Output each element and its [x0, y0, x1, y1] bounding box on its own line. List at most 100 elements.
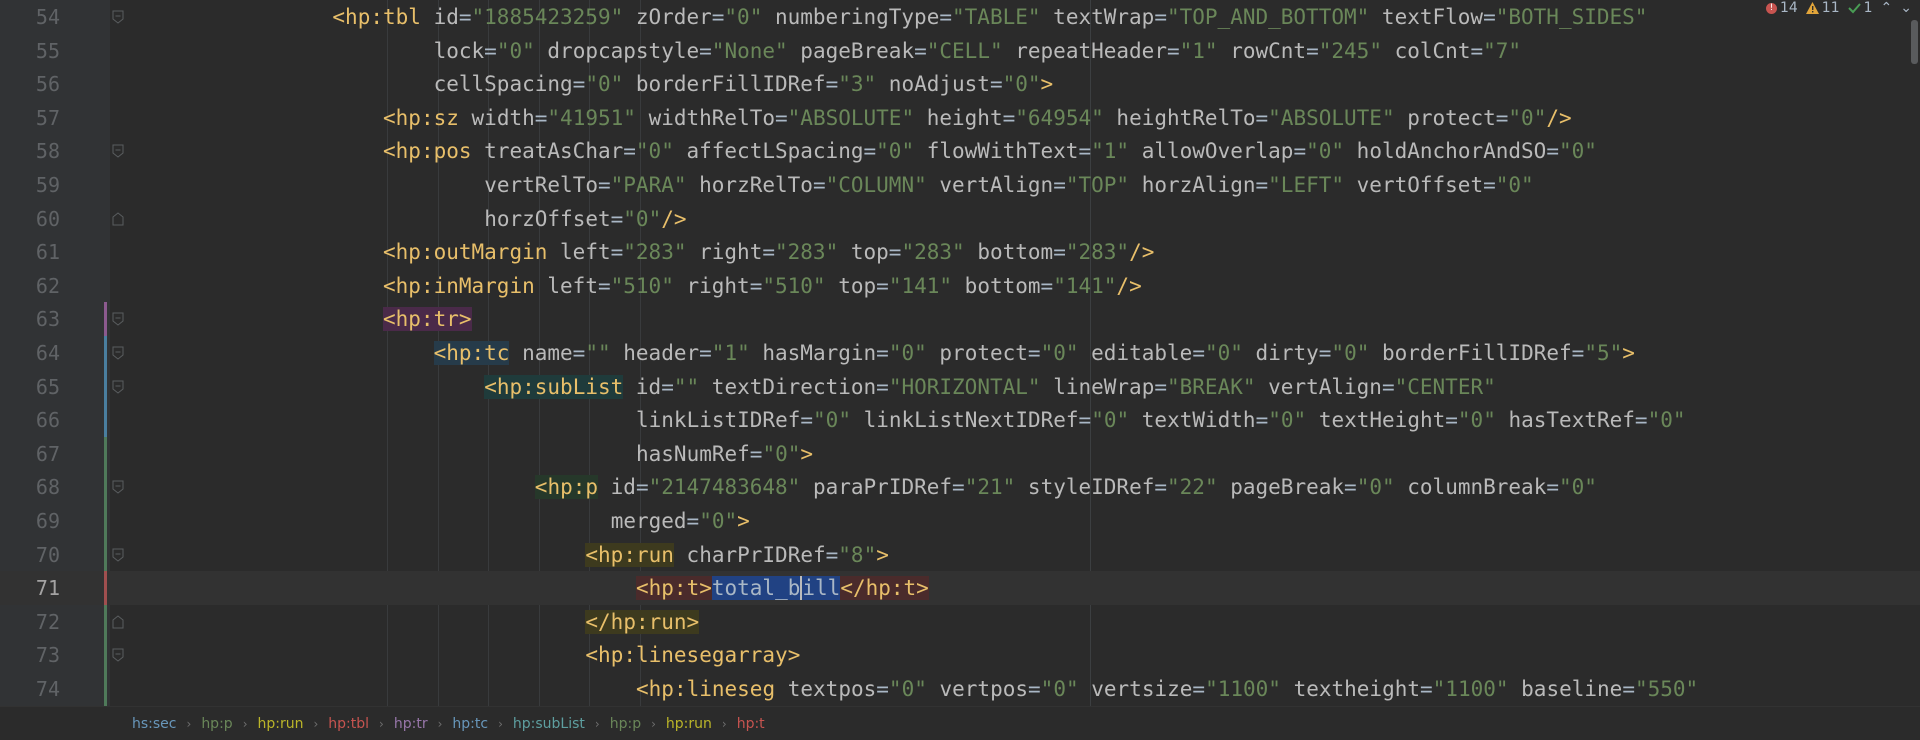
code-line[interactable]: 56 cellSpacing="0" borderFillIDRef="3" no… [0, 67, 1920, 101]
code-line[interactable]: 71 <hp:t>total_bill</hp:t> [0, 571, 1920, 606]
code-line[interactable]: 61 <hp:outMargin left="283" right="283" t… [0, 235, 1920, 269]
breadcrumb-item[interactable]: hp:p [201, 716, 232, 732]
code-token: "0" [813, 408, 851, 433]
code-line[interactable]: 57 <hp:sz width="41951" widthRelTo="ABSOL… [0, 101, 1920, 135]
code-line[interactable]: 70 <hp:run charPrIDRef="8"> [0, 538, 1920, 572]
line-number[interactable]: 71 [0, 571, 60, 605]
line-number[interactable]: 58 [0, 134, 60, 168]
code-editor[interactable]: 54 <hp:tbl id="1885423259" zOrder="0" num… [0, 0, 1920, 706]
fold-open-icon[interactable] [112, 380, 126, 394]
code-text[interactable]: hasNumRef="0"> [636, 437, 813, 471]
code-text[interactable]: horzOffset="0"/> [484, 202, 686, 236]
line-number[interactable]: 70 [0, 538, 60, 572]
fold-end-icon[interactable] [112, 615, 126, 629]
code-line[interactable]: 73 <hp:linesegarray> [0, 638, 1920, 672]
fold-open-icon[interactable] [112, 480, 126, 495]
warning-count[interactable]: 11 [1805, 0, 1840, 16]
code-line[interactable]: 62 <hp:inMargin left="510" right="510" to… [0, 269, 1920, 303]
vcs-change-marker[interactable] [104, 403, 107, 706]
code-text[interactable]: <hp:subList id="" textDirection="HORIZON… [484, 370, 1496, 404]
code-line[interactable]: 66 linkListIDRef="0" linkListNextIDRef="0… [0, 403, 1920, 437]
code-line[interactable]: 58 <hp:pos treatAsChar="0" affectLSpacing… [0, 134, 1920, 168]
weak-warning-count[interactable]: 1 [1847, 0, 1873, 16]
vcs-change-marker[interactable] [104, 336, 107, 437]
line-number[interactable]: 59 [0, 168, 60, 202]
code-line[interactable]: 74 <hp:lineseg textpos="0" vertpos="0" ve… [0, 672, 1920, 706]
breadcrumb-item[interactable]: hp:subList [513, 716, 585, 732]
code-line[interactable]: 63 <hp:tr> [0, 302, 1920, 336]
code-line[interactable]: 59 vertRelTo="PARA" horzRelTo="COLUMN" ve… [0, 168, 1920, 202]
line-number[interactable]: 68 [0, 470, 60, 504]
code-text[interactable]: vertRelTo="PARA" horzRelTo="COLUMN" vert… [484, 168, 1534, 202]
vertical-scrollbar-thumb[interactable] [1911, 20, 1918, 64]
breadcrumb-item[interactable]: hp:run [258, 716, 304, 732]
error-count[interactable]: ! 14 [1765, 0, 1798, 16]
code-text[interactable]: <hp:tc name="" header="1" hasMargin="0" … [433, 336, 1635, 370]
line-number[interactable]: 61 [0, 235, 60, 269]
code-text[interactable]: <hp:linesegarray> [585, 638, 800, 672]
code-token: id [598, 475, 636, 500]
code-text[interactable]: cellSpacing="0" borderFillIDRef="3" noAd… [434, 67, 1054, 101]
code-token: "ABSOLUTE" [787, 105, 915, 130]
breadcrumb-item[interactable]: hp:run [666, 716, 712, 732]
code-line[interactable]: 55 lock="0" dropcapstyle="None" pageBreak… [0, 34, 1920, 68]
code-text[interactable]: <hp:tbl id="1885423259" zOrder="0" numbe… [332, 0, 1647, 34]
code-text[interactable]: <hp:outMargin left="283" right="283" top… [383, 235, 1154, 269]
line-number[interactable]: 54 [0, 0, 60, 34]
code-text[interactable]: <hp:p id="2147483648" paraPrIDRef="21" s… [534, 470, 1597, 504]
fold-open-icon[interactable] [112, 312, 126, 327]
breadcrumb-item[interactable]: hp:t [737, 716, 765, 732]
line-number[interactable]: 67 [0, 437, 60, 471]
breadcrumb-item[interactable]: hp:tbl [328, 716, 369, 732]
breadcrumb-item[interactable]: hs:sec [132, 716, 177, 732]
fold-open-icon[interactable] [112, 144, 126, 159]
line-number[interactable]: 73 [0, 638, 60, 672]
fold-open-icon[interactable] [112, 548, 126, 562]
code-text[interactable]: lock="0" dropcapstyle="None" pageBreak="… [434, 34, 1521, 68]
code-text[interactable]: <hp:sz width="41951" widthRelTo="ABSOLUT… [383, 101, 1572, 135]
breadcrumb-item[interactable]: hp:tr [394, 716, 428, 732]
code-line[interactable]: 72 </hp:run> [0, 605, 1920, 639]
fold-open-icon[interactable] [112, 648, 126, 663]
code-token: = [1166, 38, 1180, 63]
code-line[interactable]: 68 <hp:p id="2147483648" paraPrIDRef="21"… [0, 470, 1920, 504]
line-number[interactable]: 60 [0, 202, 60, 236]
code-text[interactable]: <hp:inMargin left="510" right="510" top=… [383, 269, 1142, 303]
code-line[interactable]: 65 <hp:subList id="" textDirection="HORIZ… [0, 370, 1920, 404]
line-number[interactable]: 62 [0, 269, 60, 303]
fold-end-icon[interactable] [112, 211, 126, 226]
line-number[interactable]: 74 [0, 672, 60, 706]
fold-open-icon[interactable] [112, 346, 126, 360]
line-number[interactable]: 56 [0, 67, 60, 101]
code-text[interactable]: <hp:pos treatAsChar="0" affectLSpacing="… [383, 134, 1597, 168]
code-text[interactable]: merged="0"> [611, 504, 750, 538]
line-number[interactable]: 69 [0, 504, 60, 538]
code-line[interactable]: 54 <hp:tbl id="1885423259" zOrder="0" num… [0, 0, 1920, 34]
line-number[interactable]: 65 [0, 370, 60, 404]
line-number[interactable]: 63 [0, 302, 60, 336]
line-number[interactable]: 57 [0, 101, 60, 135]
inspection-status[interactable]: ! 14 11 1 ⌃ ⌄ [1765, 0, 1912, 16]
code-line[interactable]: 64 <hp:tc name="" header="1" hasMargin="0… [0, 336, 1920, 370]
code-line[interactable]: 60 horzOffset="0"/> [0, 202, 1920, 236]
code-text[interactable]: linkListIDRef="0" linkListNextIDRef="0" … [636, 403, 1686, 437]
next-highlight-icon[interactable]: ⌄ [1900, 0, 1912, 16]
breadcrumb-item[interactable]: hp:tc [452, 716, 488, 732]
code-text[interactable]: <hp:tr> [383, 302, 472, 336]
breadcrumb-item[interactable]: hp:p [610, 716, 641, 732]
fold-open-icon[interactable] [112, 10, 126, 24]
previous-highlight-icon[interactable]: ⌃ [1881, 0, 1893, 16]
code-token: lineWrap [1040, 374, 1155, 399]
code-token: "283" [1065, 240, 1130, 265]
line-number[interactable]: 64 [0, 336, 60, 370]
vcs-change-marker[interactable] [104, 571, 107, 605]
line-number[interactable]: 66 [0, 403, 60, 437]
code-text[interactable]: <hp:t>total_bill</hp:t> [636, 571, 929, 605]
code-text[interactable]: </hp:run> [585, 605, 700, 639]
code-text[interactable]: <hp:lineseg textpos="0" vertpos="0" vert… [636, 672, 1698, 706]
code-text[interactable]: <hp:run charPrIDRef="8"> [585, 538, 889, 572]
code-line[interactable]: 67 hasNumRef="0"> [0, 437, 1920, 471]
line-number[interactable]: 55 [0, 34, 60, 68]
code-line[interactable]: 69 merged="0"> [0, 504, 1920, 538]
line-number[interactable]: 72 [0, 605, 60, 639]
